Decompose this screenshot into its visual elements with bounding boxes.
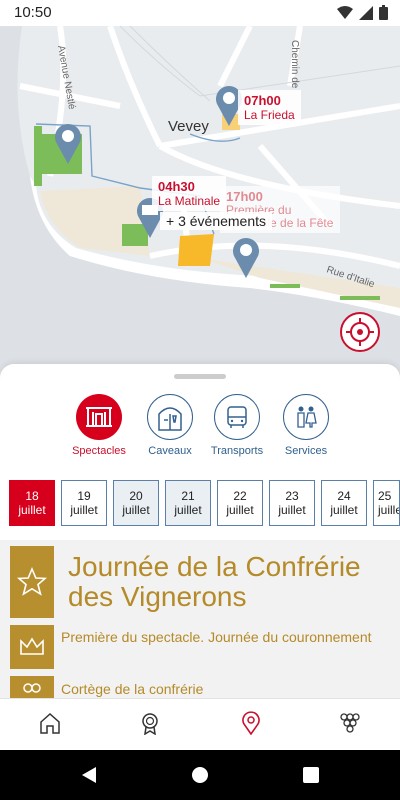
category-label: Services bbox=[284, 445, 328, 457]
battery-icon bbox=[379, 5, 388, 20]
date-day: 23 bbox=[285, 489, 299, 503]
event-time: 07h00 bbox=[244, 93, 281, 108]
grapes-icon[interactable] bbox=[338, 711, 362, 735]
category-spectacles[interactable]: Spectacles bbox=[58, 394, 140, 457]
sheet-handle[interactable] bbox=[174, 374, 226, 379]
status-time: 10:50 bbox=[14, 4, 52, 21]
status-icons bbox=[337, 5, 388, 20]
home-icon[interactable] bbox=[38, 711, 62, 735]
date-month: juillet bbox=[18, 503, 46, 517]
map-view[interactable]: Avenue Nestlé Chemin de Rue d'Italie Vev… bbox=[0, 26, 400, 380]
map-pin-event[interactable] bbox=[231, 236, 261, 278]
wifi-icon bbox=[337, 5, 353, 19]
recents-icon[interactable] bbox=[302, 766, 320, 784]
date-chip[interactable]: 25juillet bbox=[373, 480, 400, 526]
svg-text:Chemin de: Chemin de bbox=[289, 40, 300, 89]
bottom-sheet: Spectacles Caveaux Transports Services 1… bbox=[0, 364, 400, 698]
crosshair-icon bbox=[346, 318, 374, 346]
date-selector: 18 juillet 19 juillet 20 juillet 21 juillet … bbox=[9, 480, 400, 526]
date-month: juillet bbox=[330, 503, 358, 517]
wine-cellar-icon bbox=[147, 394, 193, 440]
date-month: juillet bbox=[278, 503, 306, 517]
date-chip[interactable]: 21 juillet bbox=[165, 480, 211, 526]
map-label-frieda[interactable]: 07h00 La Frieda bbox=[238, 90, 301, 125]
signal-icon bbox=[359, 5, 373, 20]
svg-text:Avenue Nestlé: Avenue Nestlé bbox=[55, 45, 77, 111]
category-bar: Spectacles Caveaux Transports Services bbox=[0, 394, 400, 458]
event-name: La Frieda bbox=[244, 108, 295, 122]
theatre-icon bbox=[76, 394, 122, 440]
event-main-title[interactable]: Journée de la Confrérie des Vignerons bbox=[68, 552, 393, 612]
date-month: juillet bbox=[174, 503, 202, 517]
date-month: juillet bbox=[378, 503, 399, 517]
date-month: juillet bbox=[70, 503, 98, 517]
category-label: Spectacles bbox=[72, 445, 126, 457]
map-label-matinale[interactable]: 04h30 La Matinale bbox=[152, 176, 227, 211]
status-bar: 10:50 bbox=[0, 0, 400, 26]
system-navigation bbox=[0, 750, 400, 800]
locate-button[interactable] bbox=[340, 312, 380, 352]
date-day: 21 bbox=[181, 489, 195, 503]
date-chip[interactable]: 22 juillet bbox=[217, 480, 263, 526]
date-day: 18 bbox=[25, 489, 39, 503]
star-icon bbox=[10, 546, 54, 618]
event-item-text[interactable]: Première du spectacle. Journée du couron… bbox=[61, 629, 381, 645]
bottom-navigation bbox=[0, 698, 400, 750]
date-day: 25 bbox=[378, 489, 392, 503]
map-pin-spectacle[interactable] bbox=[53, 122, 83, 164]
map-pin-icon[interactable] bbox=[239, 711, 263, 735]
home-circle-icon[interactable] bbox=[191, 766, 209, 784]
restroom-icon bbox=[283, 394, 329, 440]
date-day: 24 bbox=[337, 489, 351, 503]
crown-icon bbox=[10, 625, 54, 669]
date-chip[interactable]: 23 juillet bbox=[269, 480, 315, 526]
people-icon bbox=[10, 676, 54, 698]
event-name: La Matinale bbox=[158, 194, 221, 208]
medal-icon[interactable] bbox=[138, 711, 162, 735]
date-month: juillet bbox=[226, 503, 254, 517]
date-day: 22 bbox=[233, 489, 247, 503]
date-chip[interactable]: 19 juillet bbox=[61, 480, 107, 526]
date-day: 20 bbox=[129, 489, 143, 503]
date-day: 19 bbox=[77, 489, 91, 503]
town-label: Vevey bbox=[168, 118, 209, 135]
bus-icon bbox=[214, 394, 260, 440]
date-chip[interactable]: 24 juillet bbox=[321, 480, 367, 526]
event-item-text[interactable]: Cortège de la confrérie bbox=[61, 681, 203, 697]
date-month: juillet bbox=[122, 503, 150, 517]
event-list: Journée de la Confrérie des Vignerons Pr… bbox=[0, 540, 400, 698]
more-events-label[interactable]: + 3 événements bbox=[160, 212, 273, 230]
back-icon[interactable] bbox=[80, 766, 98, 784]
date-chip[interactable]: 18 juillet bbox=[9, 480, 55, 526]
event-time: 17h00 bbox=[226, 189, 263, 204]
event-time: 04h30 bbox=[158, 179, 195, 194]
category-services[interactable]: Services bbox=[265, 394, 347, 457]
date-chip[interactable]: 20 juillet bbox=[113, 480, 159, 526]
